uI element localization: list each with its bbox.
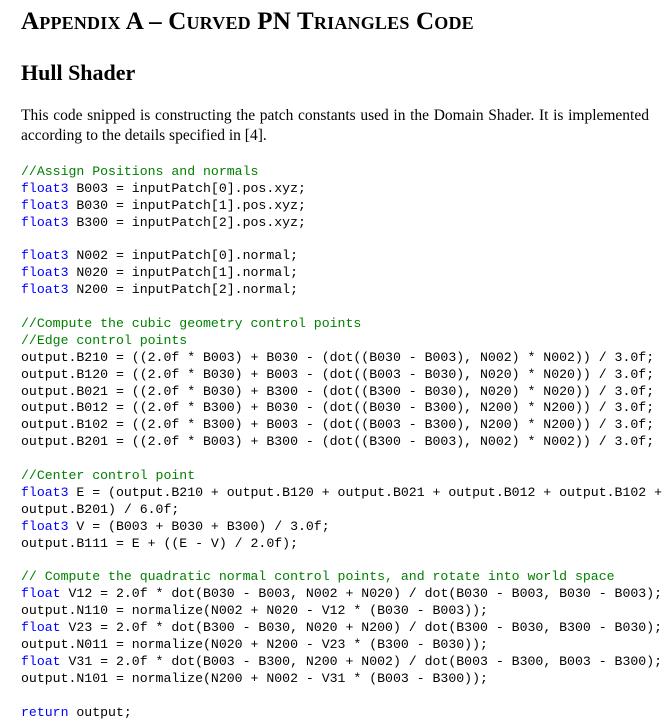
code-line: float V12 = 2.0f * dot(B030 - B003, N002… (21, 586, 662, 603)
code-line: output.B102 = ((2.0f * B300) + B003 - (d… (21, 417, 655, 433)
code-keyword: float3 (21, 180, 69, 196)
code-text: V31 = 2.0f * dot(B003 - B300, N200 + N00… (60, 653, 663, 669)
code-keyword: float3 (21, 282, 69, 298)
code-comment: //Center control point (21, 468, 196, 484)
code-block: //Assign Positions and normals float3 B00… (21, 164, 662, 721)
code-text: N200 = inputPatch[2].normal; (68, 282, 298, 298)
code-line: output.B210 = ((2.0f * B003) + B030 - (d… (21, 349, 655, 365)
code-keyword: float3 (21, 484, 69, 500)
title-part: A (21, 8, 40, 35)
code-text: output; (68, 704, 132, 720)
title-part: T (297, 8, 314, 35)
title-part: A – (120, 8, 169, 35)
code-line: output.B012 = ((2.0f * B300) + B030 - (d… (21, 400, 655, 416)
description-paragraph: This code snipped is constructing the pa… (21, 107, 649, 144)
code-line: output.N110 = normalize(N002 + N020 - V1… (21, 603, 488, 619)
code-keyword: float3 (21, 214, 69, 230)
title-part: PN (250, 8, 298, 35)
code-line: output.N011 = normalize(N020 + N200 - V2… (21, 636, 488, 652)
code-keyword: float (21, 620, 61, 636)
code-line: float3 B030 = inputPatch[1].pos.xyz; (21, 198, 662, 215)
code-line: output.B120 = ((2.0f * B030) + B003 - (d… (21, 366, 655, 382)
code-keyword: float (21, 653, 61, 669)
code-text: B030 = inputPatch[1].pos.xyz; (68, 197, 306, 213)
code-line: float3 N020 = inputPatch[1].normal; (21, 265, 662, 282)
code-line: float V23 = 2.0f * dot(B300 - B030, N020… (21, 620, 662, 637)
code-text: B300 = inputPatch[2].pos.xyz; (68, 214, 306, 230)
code-line: output.B111 = E + ((E - V) / 2.0f); (21, 535, 298, 551)
code-line: return output; (21, 705, 662, 722)
code-comment: //Assign Positions and normals (21, 164, 259, 179)
code-comment: // Compute the quadratic normal control … (21, 569, 615, 585)
code-text: V12 = 2.0f * dot(B030 - B003, N002 + N02… (60, 586, 663, 602)
code-text: V = (B003 + B030 + B300) / 3.0f; (68, 518, 330, 534)
code-comment: //Compute the cubic geometry control poi… (21, 316, 362, 332)
code-comment: //Edge control points (21, 332, 188, 348)
code-line: float3 V = (B003 + B030 + B300) / 3.0f; (21, 519, 662, 536)
code-keyword: float (21, 586, 61, 602)
code-text: N002 = inputPatch[0].normal; (68, 248, 298, 264)
code-line: float3 E = (output.B210 + output.B120 + … (21, 485, 662, 502)
code-line: float V31 = 2.0f * dot(B003 - B300, N200… (21, 654, 662, 671)
code-text: B003 = inputPatch[0].pos.xyz; (68, 180, 306, 196)
code-line: float3 B300 = inputPatch[2].pos.xyz; (21, 215, 662, 232)
code-line: output.B201) / 6.0f; (21, 501, 180, 517)
code-text: N020 = inputPatch[1].normal; (68, 265, 298, 281)
code-text: V23 = 2.0f * dot(B300 - B030, N020 + N20… (60, 620, 663, 636)
title-part: URVED (186, 13, 251, 33)
code-keyword: float3 (21, 518, 69, 534)
code-line: output.N101 = normalize(N200 + N002 - V3… (21, 670, 488, 686)
code-keyword: float3 (21, 265, 69, 281)
code-text: E = (output.B210 + output.B120 + output.… (68, 484, 663, 500)
title-part: C (409, 8, 435, 35)
code-keyword: float3 (21, 197, 69, 213)
title-part: C (168, 8, 187, 35)
code-line: float3 N200 = inputPatch[2].normal; (21, 282, 662, 299)
section-heading: Hull Shader (21, 60, 136, 85)
title-part: RIANGLES (313, 13, 410, 33)
code-line: output.B021 = ((2.0f * B030) + B300 - (d… (21, 383, 655, 399)
appendix-title: APPENDIX A – CURVED PN TRIANGLES CODE (21, 8, 474, 36)
title-part: PPENDIX (39, 13, 121, 33)
code-line: float3 B003 = inputPatch[0].pos.xyz; (21, 181, 662, 198)
title-part: ODE (434, 13, 474, 33)
code-line: output.B201 = ((2.0f * B003) + B300 - (d… (21, 434, 655, 450)
code-keyword: float3 (21, 248, 69, 264)
code-keyword: return (21, 704, 69, 720)
document-page: APPENDIX A – CURVED PN TRIANGLES CODE Hu… (0, 0, 671, 728)
code-line: float3 N002 = inputPatch[0].normal; (21, 248, 662, 265)
